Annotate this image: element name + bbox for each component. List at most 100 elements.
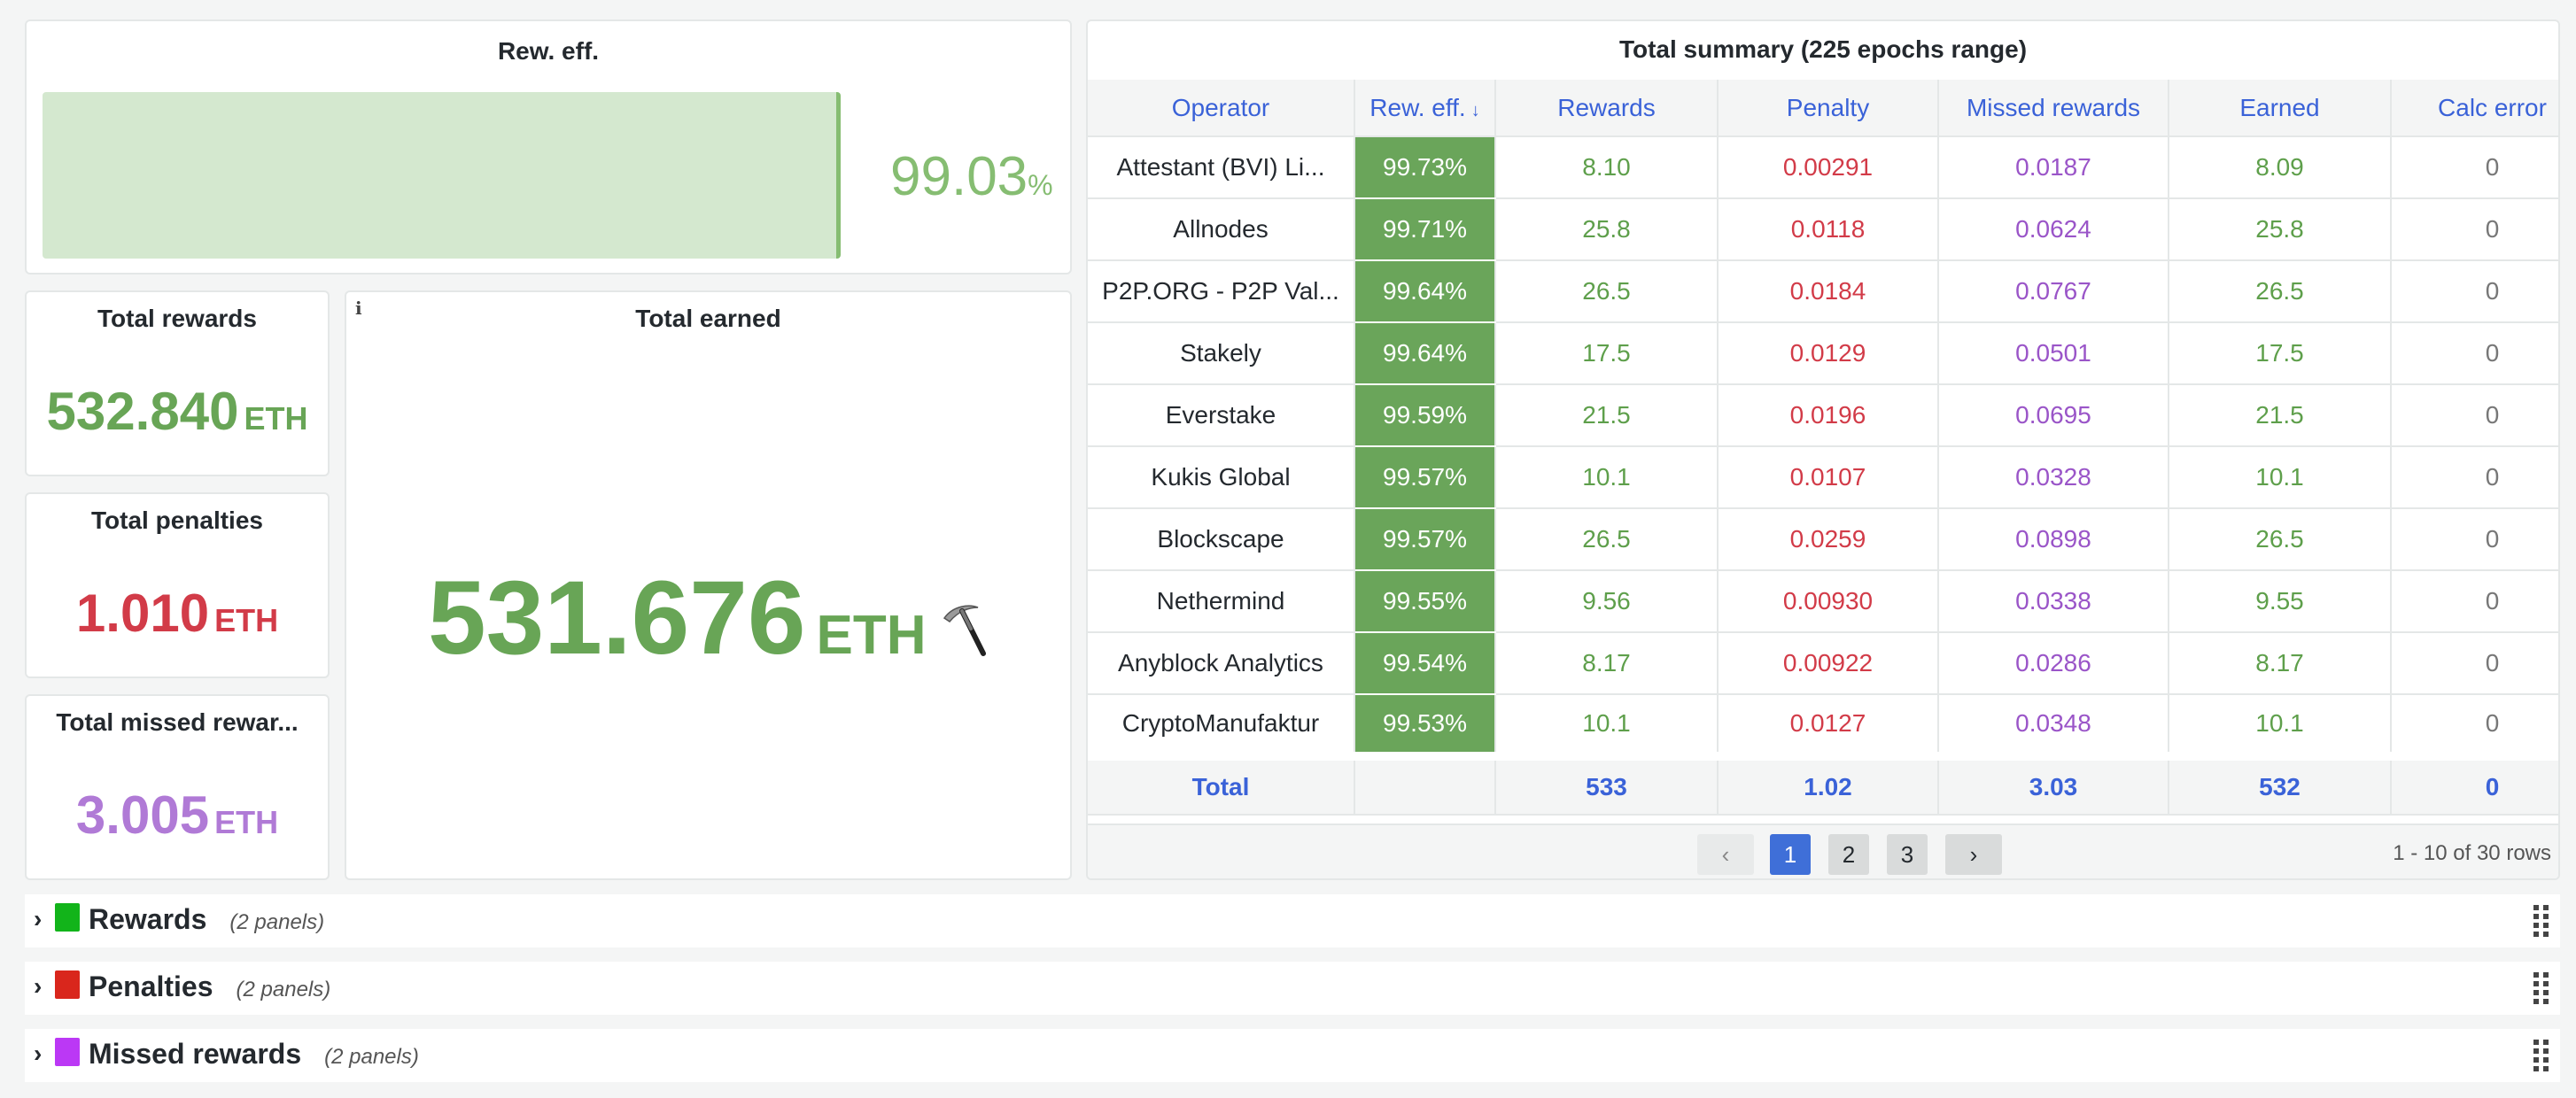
chevron-right-icon[interactable]: › [34, 1040, 42, 1068]
page-3-button[interactable]: 3 [1887, 834, 1928, 875]
chevron-right-icon[interactable]: › [34, 972, 42, 1001]
summary-table: Operator Rew. eff. ↓ Rewards Penalty Miss… [1088, 80, 2558, 816]
calc-error-cell: 0 [2391, 384, 2558, 447]
panel-title: Total summary (225 epochs range) [1618, 35, 2028, 63]
total-missed-value: 3.005 ETH [27, 785, 328, 846]
missed-rewards-cell: 0.0695 [1938, 384, 2169, 447]
row-rewards[interactable]: › Rewards (2 panels) [25, 894, 2560, 947]
column-header-penalty[interactable]: Penalty [1718, 80, 1939, 137]
row-penalties[interactable]: › Penalties (2 panels) [25, 962, 2560, 1015]
missed-rewards-cell: 0.0286 [1938, 632, 2169, 695]
earned-number: 531.676 [428, 560, 806, 677]
panel-title: Total penalties [91, 506, 263, 534]
operator-cell: Nethermind [1088, 570, 1355, 633]
prev-page-button[interactable]: ‹ [1697, 834, 1754, 875]
total-missed-rewards-panel: Total missed rewar... 3.005 ETH [25, 694, 330, 880]
table-row: P2P.ORG - P2P Val... 99.64% 26.5 0.0184 0.07… [1088, 260, 2558, 323]
total-earned-value: 531.676 ETH [346, 558, 1070, 678]
efficiency-unit: % [1028, 169, 1053, 201]
operator-cell: Kukis Global [1088, 446, 1355, 509]
calc-error-cell: 0 [2391, 198, 2558, 261]
penalty-cell: 0.0118 [1718, 198, 1939, 261]
row-title[interactable]: Penalties (2 panels) [89, 970, 330, 1003]
earned-cell: 10.1 [2169, 446, 2392, 509]
earned-cell: 26.5 [2169, 508, 2392, 571]
table-row: Blockscape 99.57% 26.5 0.0259 0.0898 26.5 0 [1088, 508, 2558, 571]
rewards-cell: 25.8 [1495, 198, 1719, 261]
earned-cell: 9.55 [2169, 570, 2392, 633]
operator-cell: P2P.ORG - P2P Val... [1088, 260, 1355, 323]
penalty-cell: 0.0107 [1718, 446, 1939, 509]
row-title[interactable]: Missed rewards (2 panels) [89, 1038, 419, 1071]
rew-eff-cell: 99.55% [1354, 570, 1496, 633]
rewards-cell: 9.56 [1495, 570, 1719, 633]
row-title[interactable]: Rewards (2 panels) [89, 903, 324, 936]
header-label: Missed rewards [1966, 93, 2141, 121]
page-1-button[interactable]: 1 [1770, 834, 1811, 875]
table-row: Stakely 99.64% 17.5 0.0129 0.0501 17.5 0 [1088, 322, 2558, 385]
row-panel-count: (2 panels) [236, 978, 331, 1001]
rewards-cell: 26.5 [1495, 260, 1719, 323]
calc-error-cell: 0 [2391, 632, 2558, 695]
calc-error-cell: 0 [2391, 570, 2558, 633]
missed-rewards-cell: 0.0501 [1938, 322, 2169, 385]
rew-eff-cell: 99.64% [1354, 322, 1496, 385]
operator-cell: Anyblock Analytics [1088, 632, 1355, 695]
column-header-earned[interactable]: Earned [2169, 80, 2392, 137]
row-title-text: Penalties [89, 970, 213, 1002]
earned-cell: 21.5 [2169, 384, 2392, 447]
total-earned-panel: i Total earned 531.676 ETH [345, 290, 1072, 880]
calc-error-cell: 0 [2391, 694, 2558, 757]
rew-eff-cell: 99.64% [1354, 260, 1496, 323]
calc-error-cell: 0 [2391, 508, 2558, 571]
panel-title: Rew. eff. [497, 37, 600, 65]
column-header-calc-error[interactable]: Calc error [2391, 80, 2558, 137]
next-page-button[interactable]: › [1945, 834, 2002, 875]
row-title-text: Rewards [89, 903, 207, 935]
total-penalty: 1.02 [1718, 752, 1939, 816]
stat-unit: ETH [214, 804, 279, 840]
drag-handle-icon[interactable] [2533, 905, 2549, 937]
penalty-cell: 0.00922 [1718, 632, 1939, 695]
rew-eff-cell: 99.57% [1354, 508, 1496, 571]
earned-cell: 17.5 [2169, 322, 2392, 385]
rewards-cell: 8.17 [1495, 632, 1719, 695]
operator-cell: Stakely [1088, 322, 1355, 385]
efficiency-bar-track [43, 92, 849, 259]
penalty-cell: 0.0127 [1718, 694, 1939, 757]
calc-error-cell: 0 [2391, 446, 2558, 509]
earned-cell: 8.09 [2169, 136, 2392, 199]
rewards-cell: 17.5 [1495, 322, 1719, 385]
drag-handle-icon[interactable] [2533, 972, 2549, 1004]
stat-number: 532.840 [46, 382, 239, 441]
calc-error-cell: 0 [2391, 136, 2558, 199]
rew-eff-cell: 99.53% [1354, 694, 1496, 757]
purple-square-icon [55, 1038, 80, 1066]
table-row: Allnodes 99.71% 25.8 0.0118 0.0624 25.8 0 [1088, 198, 2558, 261]
panel-title: Total missed rewar... [56, 708, 299, 736]
drag-handle-icon[interactable] [2533, 1040, 2549, 1071]
total-rewards: 533 [1495, 752, 1719, 816]
table-row: Attestant (BVI) Li... 99.73% 8.10 0.00291 0.… [1088, 136, 2558, 199]
row-panel-count: (2 panels) [229, 910, 325, 934]
operator-cell: CryptoManufaktur [1088, 694, 1355, 757]
penalty-cell: 0.0259 [1718, 508, 1939, 571]
header-label: Operator [1171, 93, 1270, 121]
green-square-icon [55, 903, 80, 932]
chevron-right-icon[interactable]: › [34, 905, 42, 933]
column-header-rewards[interactable]: Rewards [1495, 80, 1719, 137]
column-header-missed-rewards[interactable]: Missed rewards [1938, 80, 2169, 137]
column-header-operator[interactable]: Operator [1088, 80, 1355, 137]
rew-eff-cell: 99.73% [1354, 136, 1496, 199]
total-rew-eff [1354, 752, 1496, 816]
rewards-cell: 21.5 [1495, 384, 1719, 447]
row-missed-rewards[interactable]: › Missed rewards (2 panels) [25, 1029, 2560, 1082]
rows-info: 1 - 10 of 30 rows [2393, 841, 2551, 865]
penalty-cell: 0.0129 [1718, 322, 1939, 385]
table-row: Nethermind 99.55% 9.56 0.00930 0.0338 9.55 0 [1088, 570, 2558, 633]
panel-title: Total rewards [97, 305, 257, 332]
stat-unit: ETH [214, 602, 279, 638]
column-header-rew-eff[interactable]: Rew. eff. ↓ [1354, 80, 1496, 137]
page-2-button[interactable]: 2 [1828, 834, 1869, 875]
earned-cell: 26.5 [2169, 260, 2392, 323]
